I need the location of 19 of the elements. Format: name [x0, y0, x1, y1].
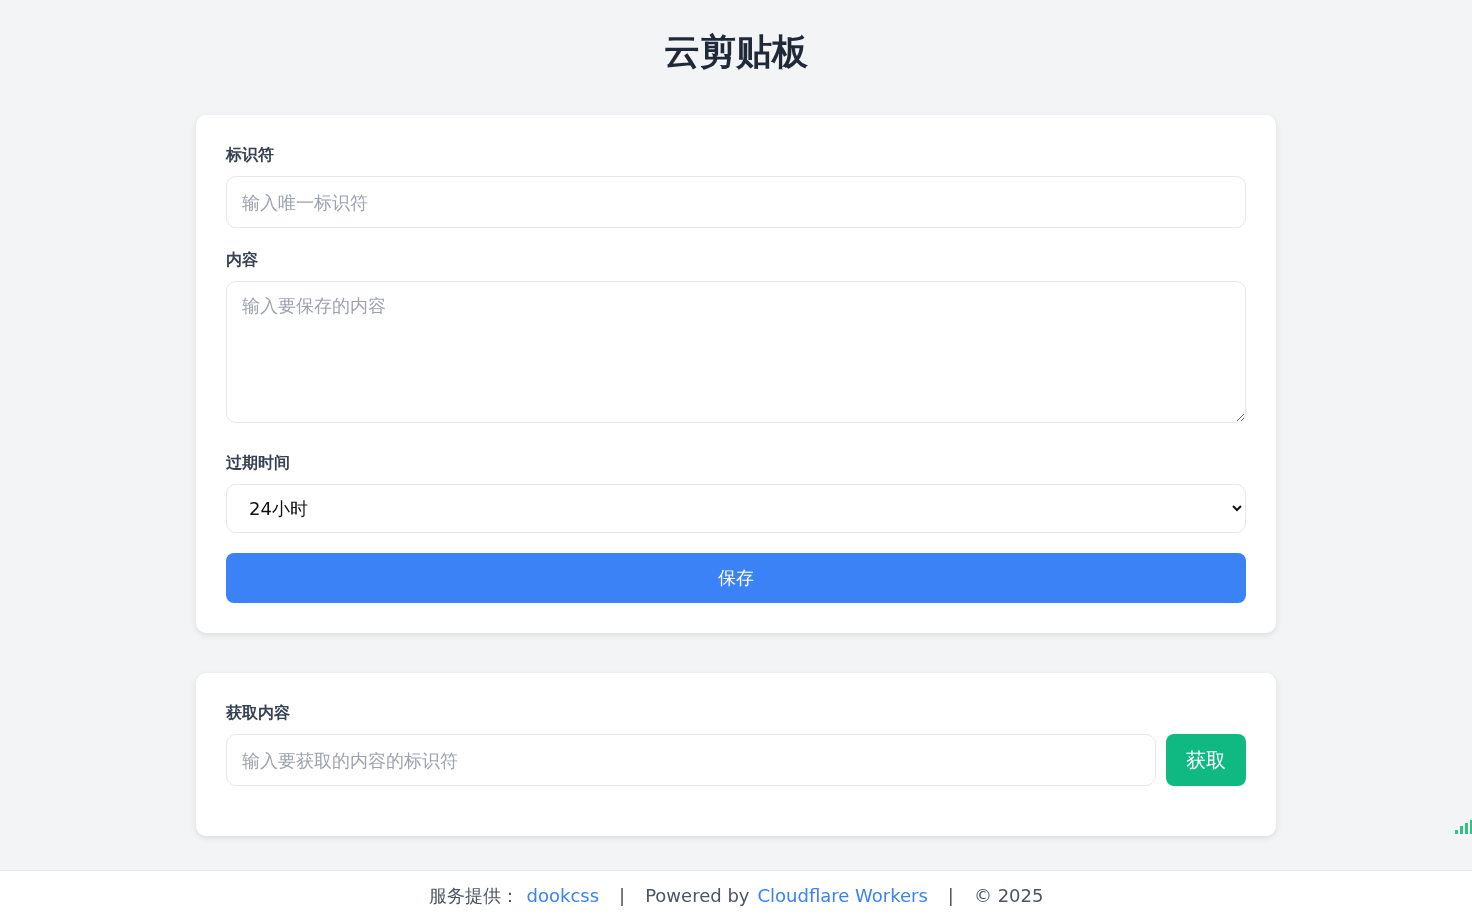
input-field[interactable]: 输入唯一标识符	[226, 176, 1246, 228]
separator-text: |	[619, 885, 626, 906]
select-field[interactable]: 24小时	[226, 484, 1246, 533]
save-button[interactable]: 保存	[226, 553, 1246, 603]
footer-link[interactable]: Cloudflare Workers	[757, 885, 928, 906]
field-label: 内容	[226, 250, 258, 271]
field-label: 获取内容	[226, 703, 290, 724]
page-title: 云剪贴板	[664, 30, 808, 74]
signal-bars-icon	[1455, 820, 1472, 834]
footer-text: 服务提供：	[428, 883, 519, 908]
text-area[interactable]: 输入要保存的内容	[226, 281, 1246, 423]
fetch-button[interactable]: 获取	[1166, 734, 1246, 786]
field-label: 标识符	[226, 145, 274, 166]
footer-text: © 2025	[973, 885, 1044, 906]
footer-text: Powered by	[645, 885, 750, 906]
footer-link[interactable]: dookcss	[526, 885, 600, 906]
separator-text: |	[947, 885, 954, 906]
input-field[interactable]: 输入要获取的内容的标识符	[226, 734, 1156, 786]
field-label: 过期时间	[226, 453, 290, 474]
